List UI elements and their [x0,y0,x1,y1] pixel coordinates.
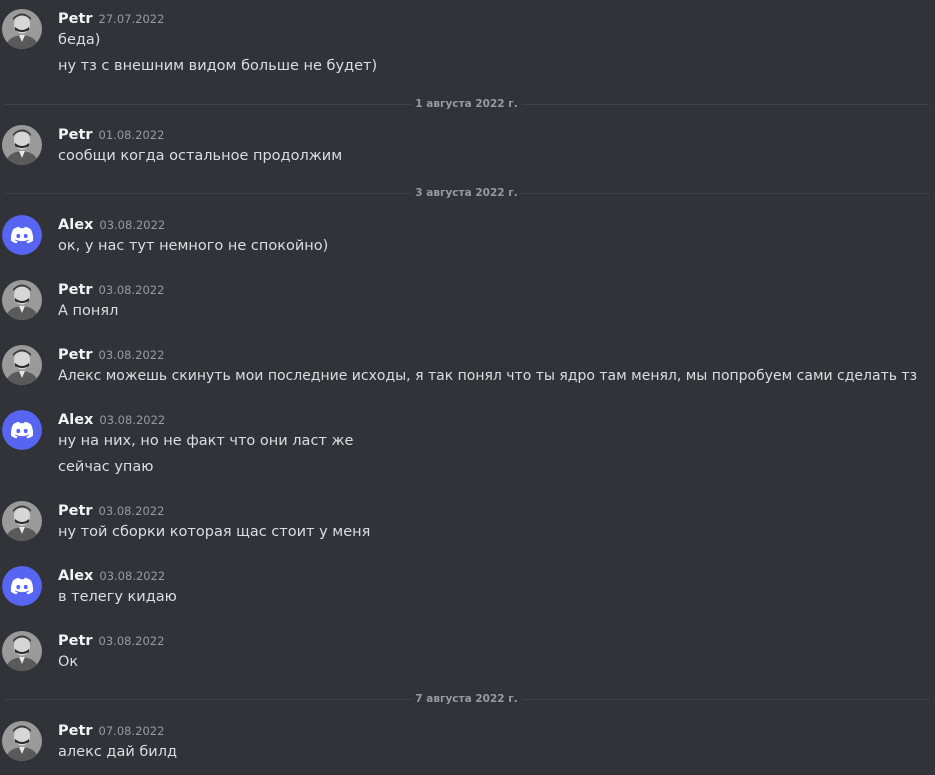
message-text: ну тз с внешним видом больше не будет) [58,58,378,74]
chat-message-list: Petr 27.07.2022 беда) ну тз с внешним вид… [0,0,935,775]
message-group: Petr 03.08.2022 А понял [0,278,935,324]
message-text: сообщи когда остальное продолжим [58,148,343,164]
avatar[interactable] [2,501,42,541]
date-divider: 7 августа 2022 г. [4,692,929,706]
message-group: Petr 03.08.2022 Алекс можешь скинуть мои … [0,343,935,389]
message-timestamp: 27.07.2022 [98,12,165,26]
message-timestamp: 07.08.2022 [98,724,165,738]
message-text: ну той сборки которая щас стоит у меня [58,524,371,540]
user-photo-icon [2,631,42,671]
message-timestamp: 03.08.2022 [98,283,165,297]
avatar[interactable] [2,721,42,761]
message-timestamp: 03.08.2022 [98,504,165,518]
message-text: беда) [58,32,101,48]
discord-logo-icon [2,215,42,255]
discord-logo-icon [2,410,42,450]
message-author[interactable]: Alex [58,217,93,233]
message-author[interactable]: Petr [58,347,93,363]
message-timestamp: 03.08.2022 [99,413,166,427]
avatar[interactable] [2,631,42,671]
message-author[interactable]: Alex [58,412,93,428]
message-group: Petr 01.08.2022 сообщи когда остальное пр… [0,123,935,169]
message-author[interactable]: Petr [58,11,93,27]
message-author[interactable]: Petr [58,503,93,519]
message-text: алекс дай билд [58,744,178,760]
message-author[interactable]: Petr [58,633,93,649]
user-photo-icon [2,280,42,320]
message-text: в телегу кидаю [58,589,177,605]
date-divider: 3 августа 2022 г. [4,186,929,200]
date-divider-label: 1 августа 2022 г. [411,97,522,111]
user-photo-icon [2,125,42,165]
message-group: Petr 03.08.2022 ну той сборки которая щас… [0,499,935,545]
message-text: ну на них, но не факт что они ласт же [58,433,354,449]
avatar[interactable] [2,566,42,606]
avatar[interactable] [2,125,42,165]
avatar[interactable] [2,215,42,255]
avatar[interactable] [2,410,42,450]
user-photo-icon [2,721,42,761]
message-timestamp: 01.08.2022 [98,128,165,142]
message-text: ок, у нас тут немного не спокойно) [58,238,329,254]
message-text: сейчас упаю [58,459,154,475]
date-divider-label: 3 августа 2022 г. [411,186,522,200]
message-author[interactable]: Petr [58,127,93,143]
message-timestamp: 03.08.2022 [98,634,165,648]
message-text: Алекс можешь скинуть мои последние исход… [58,368,918,384]
message-group: Petr 07.08.2022 алекс дай билд [0,719,935,765]
user-photo-icon [2,501,42,541]
message-group: Petr 03.08.2022 Ок [0,629,935,675]
message-timestamp: 03.08.2022 [98,348,165,362]
avatar[interactable] [2,280,42,320]
message-group: Petr 27.07.2022 беда) ну тз с внешним вид… [0,7,935,74]
date-divider: 1 августа 2022 г. [4,97,929,111]
message-group: Alex 03.08.2022 ок, у нас тут немного не … [0,213,935,259]
message-group: Alex 03.08.2022 в телегу кидаю [0,564,935,610]
avatar[interactable] [2,9,42,49]
message-author[interactable]: Alex [58,568,93,584]
message-text: А понял [58,303,119,319]
message-group: Alex 03.08.2022 ну на них, но не факт что… [0,408,935,480]
message-timestamp: 03.08.2022 [99,569,166,583]
user-photo-icon [2,345,42,385]
user-photo-icon [2,9,42,49]
message-timestamp: 03.08.2022 [99,218,166,232]
message-author[interactable]: Petr [58,723,93,739]
message-text: Ок [58,654,79,670]
avatar[interactable] [2,345,42,385]
date-divider-label: 7 августа 2022 г. [411,692,522,706]
discord-logo-icon [2,566,42,606]
message-author[interactable]: Petr [58,282,93,298]
